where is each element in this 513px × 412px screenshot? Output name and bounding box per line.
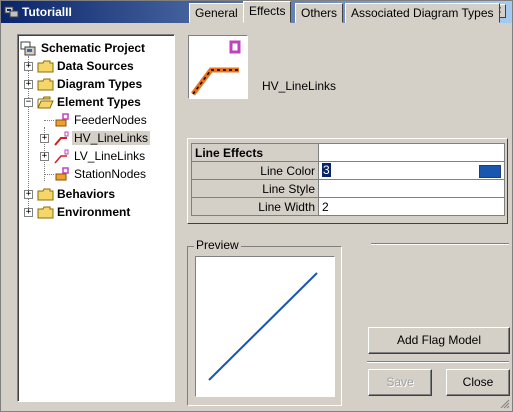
table-row[interactable]: Line Color 3 bbox=[191, 161, 505, 180]
project-tree[interactable]: Schematic Project + Data Sources + Diagr… bbox=[17, 34, 175, 402]
hv-line-icon bbox=[54, 131, 69, 146]
line-preview-canvas bbox=[195, 256, 335, 397]
tree-item-lv-linelinks[interactable]: + LV_LineLinks bbox=[40, 148, 147, 165]
table-row[interactable]: Line Style bbox=[191, 179, 505, 198]
tree-item-feedernodes[interactable]: FeederNodes bbox=[44, 112, 149, 129]
tree-label-root: Schematic Project bbox=[41, 41, 146, 55]
line-color-value[interactable]: 3 bbox=[318, 161, 505, 180]
save-button[interactable]: Save bbox=[368, 369, 432, 396]
separator bbox=[367, 361, 509, 363]
tree-item-data-sources[interactable]: + Data Sources bbox=[24, 58, 136, 75]
add-flag-model-button[interactable]: Add Flag Model bbox=[368, 327, 510, 354]
window-title: TutorialII bbox=[22, 5, 72, 19]
tree-label-lv-linelinks: LV_LineLinks bbox=[74, 149, 146, 163]
tree-connector bbox=[44, 120, 54, 121]
hv-line-large-icon bbox=[191, 40, 241, 96]
node-icon bbox=[55, 113, 69, 127]
tree-label-behaviors: Behaviors bbox=[57, 187, 116, 201]
tab-general[interactable]: General bbox=[189, 3, 244, 23]
tree-label-stationnodes: StationNodes bbox=[74, 167, 147, 181]
element-type-name: HV_LineLinks bbox=[262, 79, 337, 93]
tree-item-diagram-types[interactable]: + Diagram Types bbox=[24, 76, 144, 93]
application-window: TutorialII _ □ × Schematic Project + Dat… bbox=[0, 0, 513, 412]
line-style-value[interactable] bbox=[318, 179, 505, 198]
tree-label-data-sources: Data Sources bbox=[57, 59, 134, 73]
tree-label-hv-linelinks: HV_LineLinks bbox=[72, 131, 151, 145]
tree-label-diagram-types: Diagram Types bbox=[57, 77, 143, 91]
tree-item-element-types[interactable]: − Element Types bbox=[24, 94, 143, 111]
expand-toggle[interactable]: + bbox=[24, 208, 33, 217]
tree-item-stationnodes[interactable]: StationNodes bbox=[44, 166, 148, 183]
line-effects-table: Line Effects Line Color 3 Line Style Lin… bbox=[191, 143, 505, 216]
tab-associated-diagram-types[interactable]: Associated Diagram Types bbox=[345, 3, 500, 23]
tree-connector bbox=[44, 174, 54, 175]
element-icon-preview bbox=[188, 35, 248, 99]
tree-item-environment[interactable]: + Environment bbox=[24, 204, 132, 221]
folder-icon bbox=[37, 78, 54, 91]
property-key: Line Style bbox=[191, 179, 319, 198]
project-icon bbox=[20, 41, 36, 56]
tree-label-element-types: Element Types bbox=[57, 95, 141, 109]
group-header: Line Effects bbox=[191, 143, 319, 162]
expand-toggle[interactable]: + bbox=[40, 134, 49, 143]
line-color-text[interactable]: 3 bbox=[322, 163, 331, 177]
expand-toggle[interactable]: + bbox=[24, 190, 33, 199]
node-icon bbox=[55, 167, 69, 181]
tree-root[interactable]: Schematic Project bbox=[20, 40, 147, 57]
table-row: Line Effects bbox=[191, 143, 505, 162]
folder-icon bbox=[37, 206, 54, 219]
expand-toggle[interactable]: + bbox=[24, 80, 33, 89]
expand-toggle[interactable]: + bbox=[40, 152, 49, 161]
folder-icon bbox=[37, 60, 54, 73]
group-header-spacer bbox=[318, 143, 505, 162]
collapse-toggle[interactable]: − bbox=[24, 98, 33, 107]
tree-label-environment: Environment bbox=[57, 205, 131, 219]
app-icon bbox=[4, 6, 19, 18]
resize-grip-icon[interactable] bbox=[500, 399, 510, 409]
preview-line bbox=[208, 272, 318, 381]
tab-effects[interactable]: Effects bbox=[243, 1, 292, 23]
open-folder-icon bbox=[37, 96, 54, 109]
tree-item-hv-linelinks[interactable]: + HV_LineLinks bbox=[40, 130, 151, 147]
expand-toggle[interactable]: + bbox=[24, 62, 33, 71]
line-width-value[interactable]: 2 bbox=[318, 197, 505, 216]
separator bbox=[371, 243, 509, 245]
property-key: Line Color bbox=[191, 161, 319, 180]
tree-item-behaviors[interactable]: + Behaviors bbox=[24, 186, 117, 203]
property-key: Line Width bbox=[191, 197, 319, 216]
table-row[interactable]: Line Width 2 bbox=[191, 197, 505, 216]
tree-label-feedernodes: FeederNodes bbox=[74, 113, 147, 127]
line-color-swatch[interactable] bbox=[479, 165, 501, 178]
tab-others[interactable]: Others bbox=[295, 3, 344, 23]
lv-line-icon bbox=[54, 149, 69, 164]
folder-icon bbox=[37, 188, 54, 201]
preview-label: Preview bbox=[194, 238, 241, 252]
close-button[interactable]: Close bbox=[446, 369, 510, 396]
